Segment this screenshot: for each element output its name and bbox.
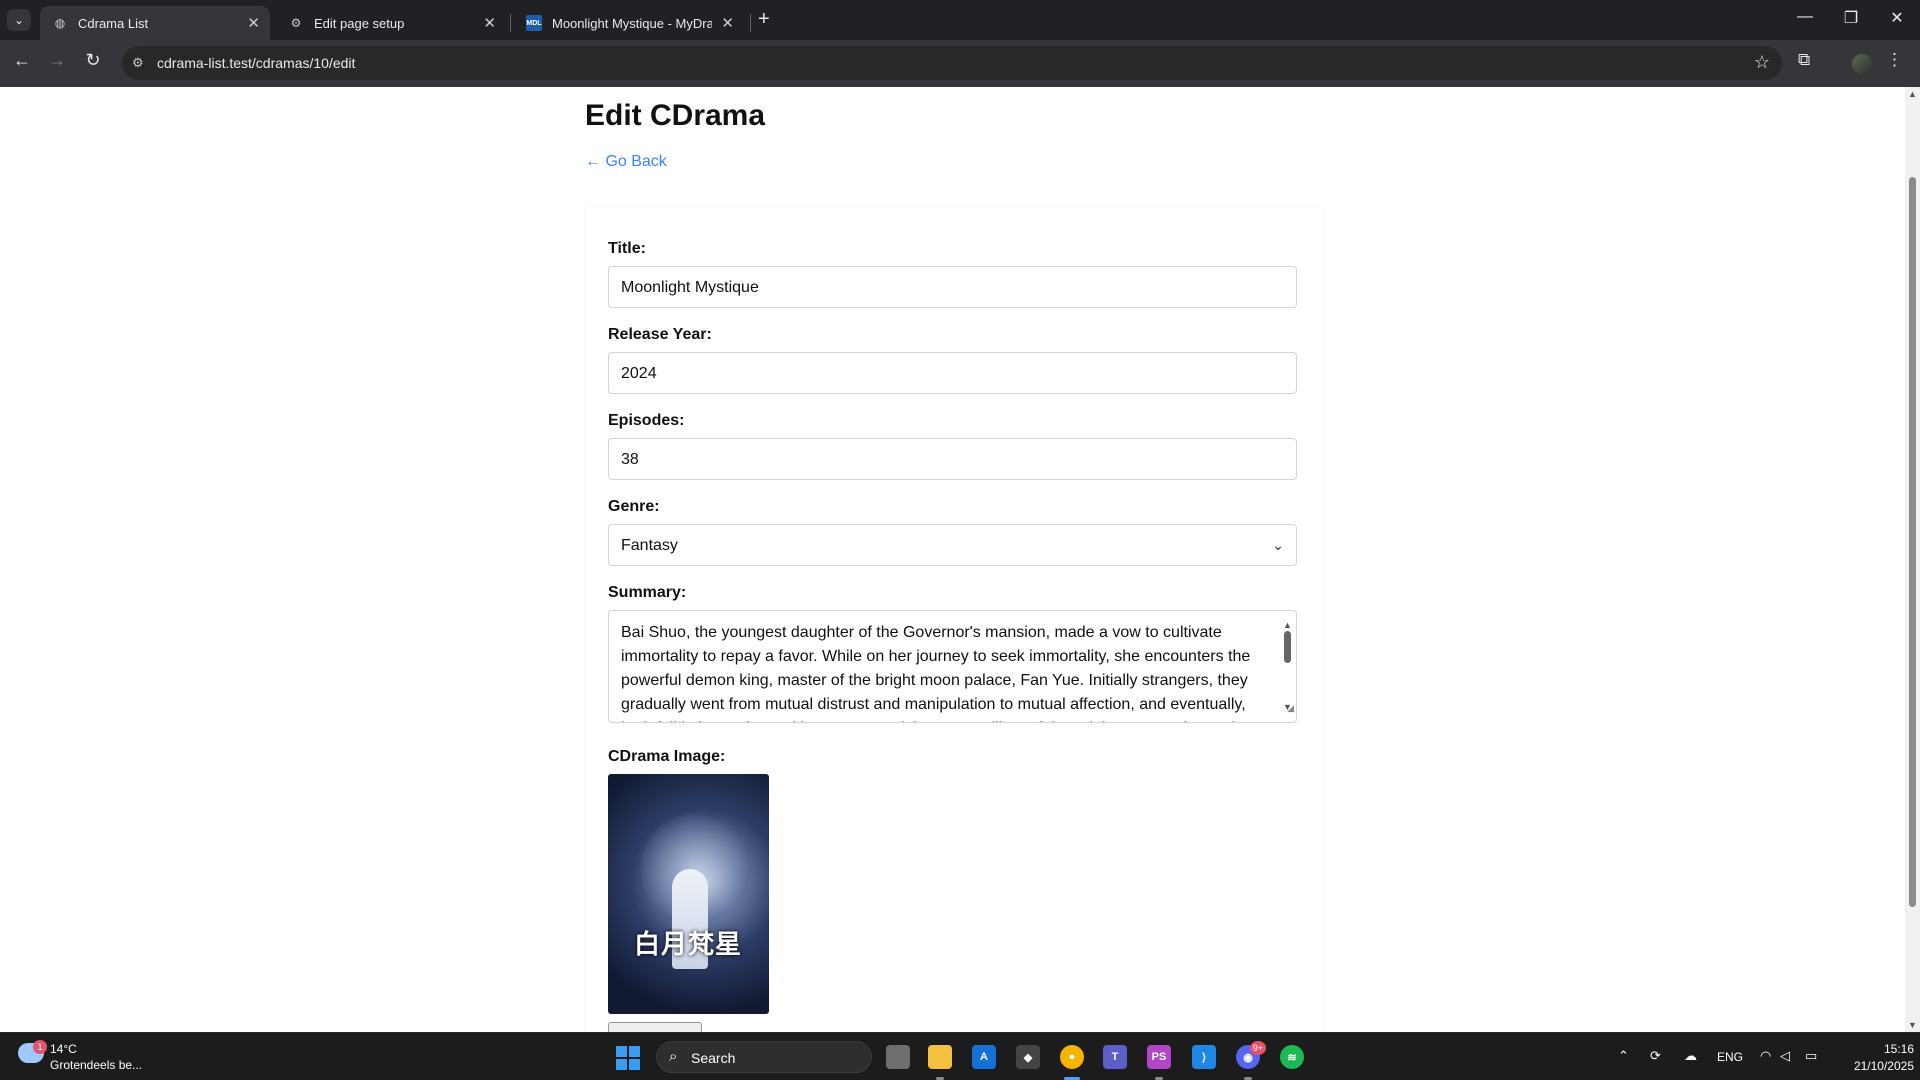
weather-description[interactable]: Grotendeels be...: [50, 1058, 142, 1072]
window-close-button[interactable]: ✕: [1874, 8, 1920, 28]
onedrive-cloud-icon[interactable]: ☁: [1684, 1048, 1697, 1064]
language-indicator[interactable]: ENG: [1717, 1050, 1743, 1064]
summary-text: Bai Shuo, the youngest daughter of the G…: [621, 624, 1251, 722]
reload-button[interactable]: ↻: [80, 50, 106, 71]
release-year-label: Release Year:: [608, 326, 712, 343]
summary-textarea[interactable]: Bai Shuo, the youngest daughter of the G…: [608, 610, 1297, 723]
clock-time[interactable]: 15:16: [1866, 1042, 1914, 1056]
minimize-button[interactable]: —: [1782, 8, 1828, 26]
settings-icon: ⚙: [290, 16, 302, 30]
close-icon[interactable]: ✕: [483, 14, 496, 32]
taskbar-search[interactable]: ⌕ Search: [656, 1041, 872, 1073]
tab-label: Edit page setup: [314, 15, 405, 31]
mydramalist-icon: MDL: [526, 15, 542, 31]
task-view-icon[interactable]: [886, 1045, 910, 1069]
tab-moonlight-mystique[interactable]: MDL Moonlight Mystique - MyDrama ✕: [514, 6, 744, 40]
clock-date[interactable]: 21/10/2025: [1830, 1059, 1914, 1073]
tab-edit-page-setup[interactable]: ⚙ Edit page setup ✕: [276, 6, 506, 40]
genre-selected-value: Fantasy: [621, 537, 678, 554]
weather-temperature[interactable]: 14°C: [50, 1042, 77, 1056]
spotify-icon[interactable]: ≋: [1280, 1045, 1304, 1069]
taskbar-search-label: Search: [691, 1050, 736, 1066]
page-viewport: Edit CDrama ← Go Back Title: Moonlight M…: [0, 87, 1920, 1032]
tab-label: Cdrama List: [78, 15, 149, 31]
poster-logo: 白月梵星: [634, 930, 743, 960]
tab-label: Moonlight Mystique - MyDrama: [552, 15, 712, 31]
tab-divider: [510, 14, 511, 32]
battery-icon[interactable]: ▭: [1805, 1048, 1817, 1064]
tab-divider: [750, 14, 751, 32]
profile-avatar[interactable]: [1852, 54, 1872, 74]
url-text[interactable]: cdrama-list.test/cdramas/10/edit: [157, 55, 355, 71]
chevron-down-icon: ⌄: [1272, 537, 1284, 553]
address-bar[interactable]: ⚙ cdrama-list.test/cdramas/10/edit ☆: [122, 46, 1782, 80]
page-scrollbar[interactable]: ▲ ▼: [1905, 87, 1920, 1032]
globe-icon: ◍: [54, 16, 66, 30]
windows-taskbar: 1 14°C Grotendeels be... ⌕ Search A ◆ ● …: [0, 1032, 1920, 1080]
browser-chrome: ⌄ ◍ Cdrama List ✕ ⚙ Edit page setup ✕ MD…: [0, 0, 1920, 87]
discord-badge: 9+: [1250, 1041, 1266, 1055]
cdrama-poster-image: 白月梵星: [608, 774, 769, 1014]
extensions-icon[interactable]: ⧉: [1798, 50, 1810, 70]
azure-icon[interactable]: A: [972, 1045, 996, 1069]
page-title: Edit CDrama: [585, 99, 766, 132]
title-input[interactable]: Moonlight Mystique: [608, 266, 1297, 308]
scrollbar-thumb[interactable]: [1284, 631, 1291, 663]
teams-icon[interactable]: T: [1103, 1045, 1127, 1069]
chevron-up-icon[interactable]: ⌃: [1618, 1048, 1629, 1064]
go-back-link[interactable]: ← Go Back: [585, 153, 667, 171]
scrollbar-thumb[interactable]: [1909, 177, 1916, 907]
episodes-label: Episodes:: [608, 412, 685, 429]
sync-icon[interactable]: ⟳: [1650, 1048, 1661, 1064]
bookmark-star-icon[interactable]: ☆: [1754, 52, 1770, 73]
tab-strip: ⌄ ◍ Cdrama List ✕ ⚙ Edit page setup ✕ MD…: [0, 0, 1920, 40]
site-info-icon[interactable]: ⚙: [132, 55, 144, 71]
release-year-input[interactable]: 2024: [608, 352, 1297, 394]
phpstorm-icon[interactable]: PS: [1147, 1045, 1171, 1069]
wifi-icon[interactable]: ◠: [1760, 1048, 1771, 1064]
file-explorer-icon[interactable]: [928, 1045, 952, 1069]
title-label: Title:: [608, 240, 646, 257]
tab-cdrama-list[interactable]: ◍ Cdrama List ✕: [40, 6, 270, 40]
scroll-up-arrow-icon[interactable]: ▲: [1908, 89, 1917, 99]
summary-label: Summary:: [608, 584, 687, 601]
back-button[interactable]: ←: [9, 50, 35, 71]
windows-start-icon[interactable]: [616, 1046, 640, 1070]
genre-select[interactable]: Fantasy ⌄: [608, 524, 1297, 566]
resize-handle-icon[interactable]: ◢: [1287, 696, 1294, 720]
menu-icon[interactable]: ⋮: [1886, 50, 1903, 70]
close-icon[interactable]: ✕: [721, 14, 734, 32]
close-icon[interactable]: ✕: [247, 14, 260, 32]
scroll-down-arrow-icon[interactable]: ▼: [1908, 1020, 1917, 1030]
choose-file-button[interactable]: [608, 1022, 702, 1032]
cdrama-image-label: CDrama Image:: [608, 748, 726, 765]
genre-label: Genre:: [608, 498, 660, 515]
forward-button[interactable]: →: [44, 50, 70, 71]
search-icon: ⌕: [669, 1048, 678, 1065]
restore-button[interactable]: ❐: [1828, 8, 1874, 28]
tab-search-button[interactable]: ⌄: [7, 9, 31, 31]
chrome-icon[interactable]: ●: [1060, 1045, 1084, 1069]
vscode-icon[interactable]: ⟩: [1192, 1045, 1216, 1069]
new-tab-button[interactable]: +: [758, 8, 770, 31]
weather-badge: 1: [33, 1040, 47, 1054]
speaker-muted-icon[interactable]: ◁: [1780, 1048, 1790, 1064]
unity-icon[interactable]: ◆: [1016, 1045, 1040, 1069]
episodes-input[interactable]: 38: [608, 438, 1297, 480]
browser-toolbar: ← → ↻ ⚙ cdrama-list.test/cdramas/10/edit…: [0, 40, 1920, 87]
